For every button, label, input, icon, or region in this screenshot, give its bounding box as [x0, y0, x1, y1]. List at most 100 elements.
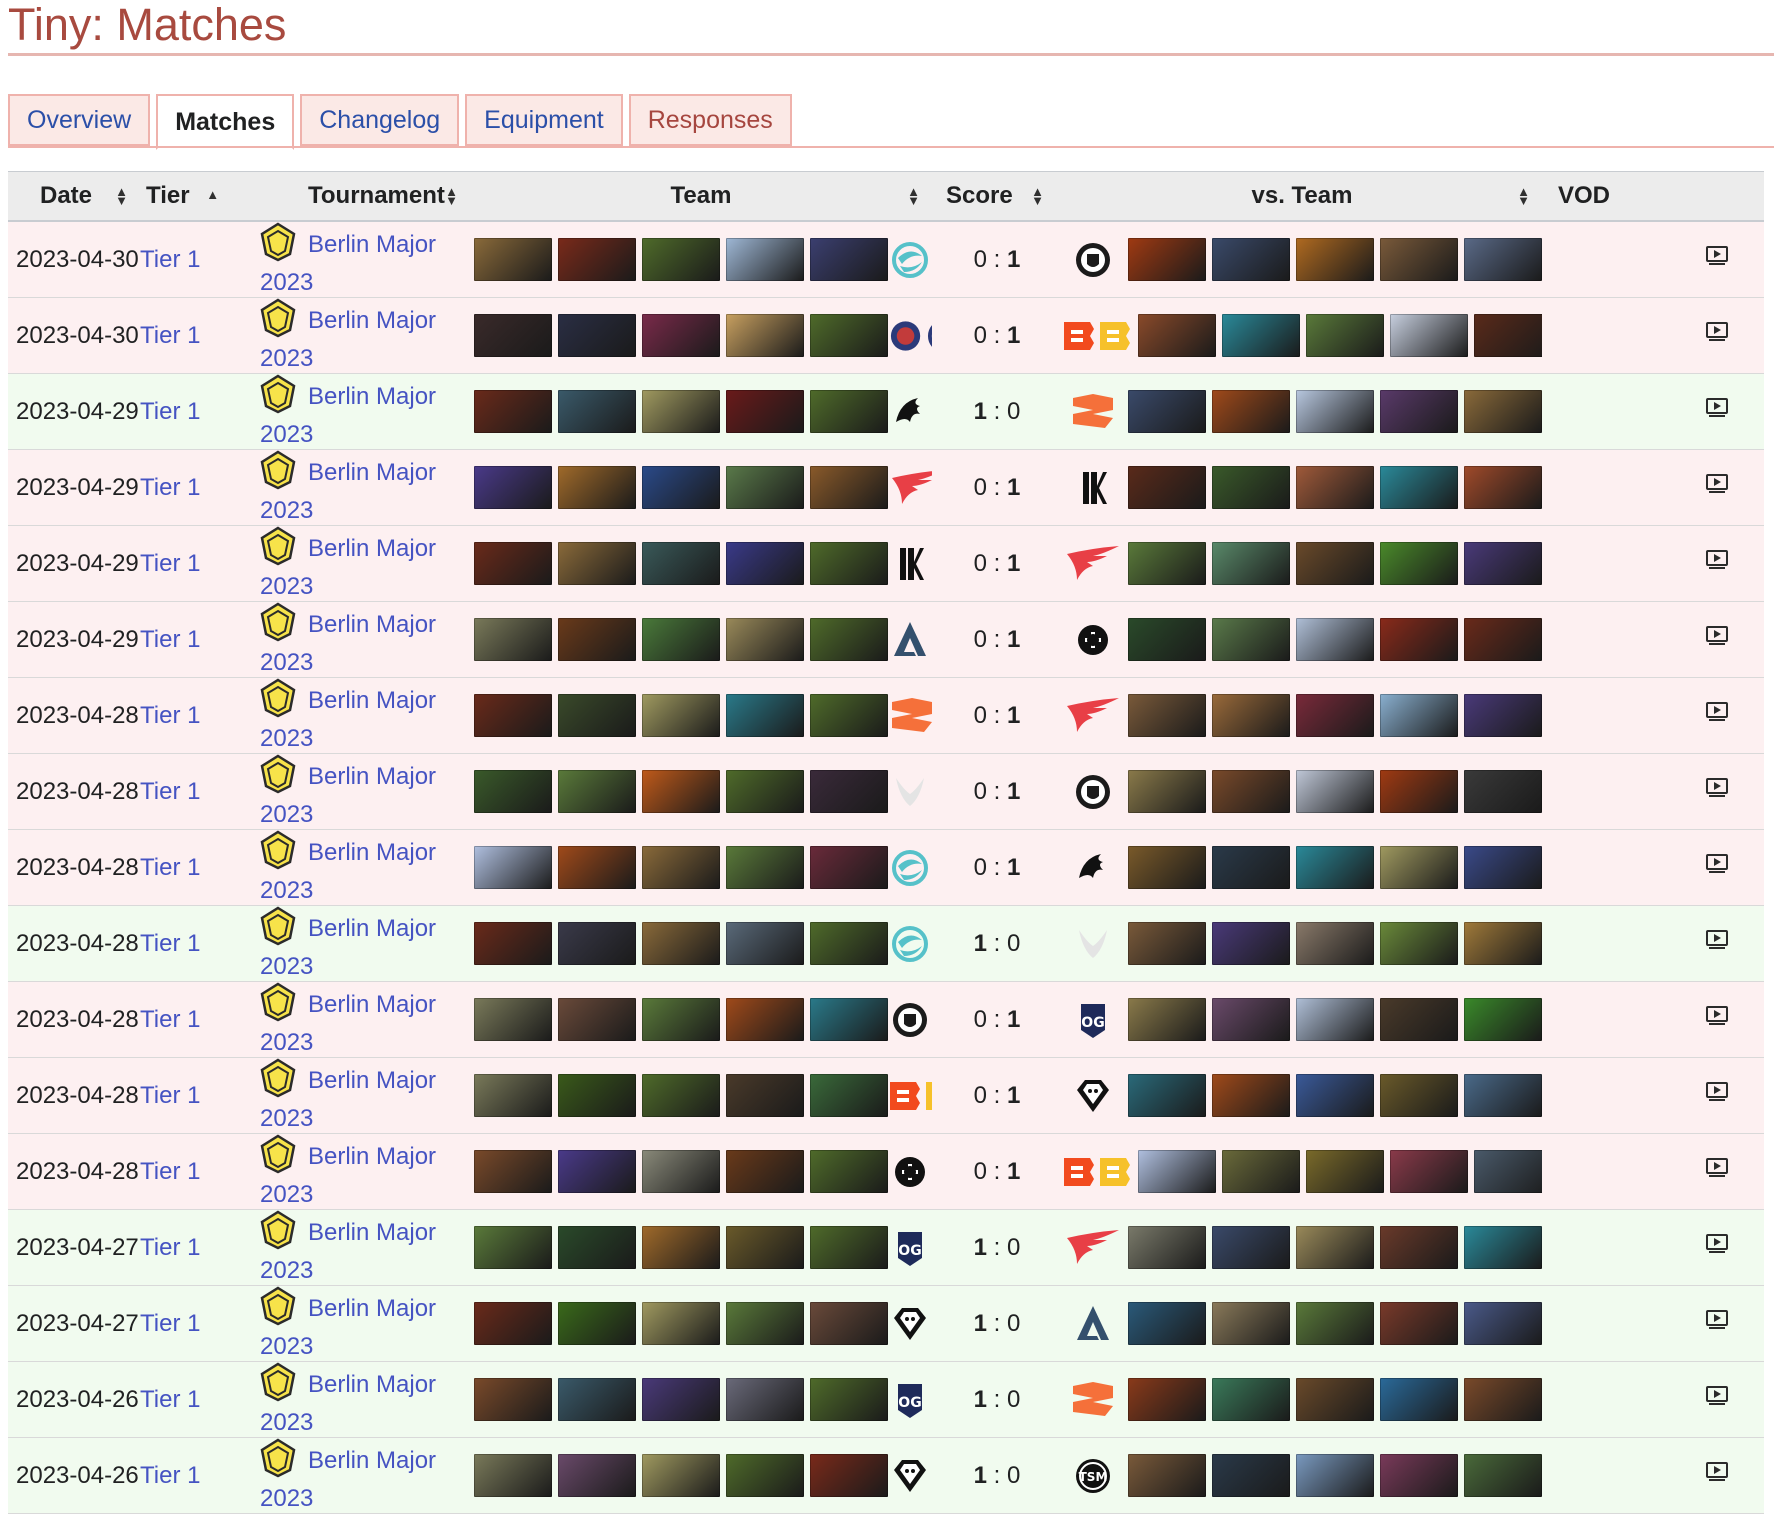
hero-portrait[interactable]: [1212, 618, 1290, 661]
tab-responses[interactable]: Responses: [628, 94, 792, 146]
hero-portrait[interactable]: [474, 542, 552, 585]
hero-portrait[interactable]: [558, 314, 636, 357]
hero-portrait[interactable]: [1380, 542, 1458, 585]
hero-portrait[interactable]: [1128, 1302, 1206, 1345]
hero-portrait[interactable]: [1474, 314, 1542, 357]
vod-icon[interactable]: [1705, 1309, 1731, 1338]
vod-icon[interactable]: [1705, 1005, 1731, 1034]
vod-icon[interactable]: [1705, 245, 1731, 274]
hero-portrait[interactable]: [1212, 1302, 1290, 1345]
hero-portrait[interactable]: [642, 542, 720, 585]
team-orange-s-icon[interactable]: [1062, 382, 1124, 441]
team-orange-s-icon[interactable]: [1062, 1370, 1124, 1429]
vod-icon[interactable]: [1705, 853, 1731, 882]
hero-portrait[interactable]: [558, 846, 636, 889]
tier-link[interactable]: Tier 1: [140, 398, 200, 425]
hero-portrait[interactable]: [1212, 770, 1290, 813]
hero-portrait[interactable]: [726, 238, 804, 281]
team-aqua-icon[interactable]: [888, 838, 932, 897]
hero-portrait[interactable]: [1212, 466, 1290, 509]
tier-link[interactable]: Tier 1: [140, 1006, 200, 1033]
hero-portrait[interactable]: [1128, 1378, 1206, 1421]
hero-portrait[interactable]: [642, 390, 720, 433]
header-date[interactable]: Date ▲ ▼: [8, 171, 140, 222]
team-orange-bb-icon[interactable]: [1062, 306, 1134, 365]
hero-portrait[interactable]: [1380, 1378, 1458, 1421]
hero-portrait[interactable]: [1296, 1226, 1374, 1269]
hero-portrait[interactable]: [810, 1302, 888, 1345]
hero-portrait[interactable]: [474, 1226, 552, 1269]
hero-portrait[interactable]: [642, 1454, 720, 1497]
hero-portrait[interactable]: [642, 1302, 720, 1345]
hero-portrait[interactable]: [1212, 1226, 1290, 1269]
hero-portrait[interactable]: [1464, 1074, 1542, 1117]
team-black-eg-icon[interactable]: [888, 1142, 932, 1201]
header-score[interactable]: Score ▲ ▼: [932, 171, 1062, 222]
vod-icon[interactable]: [1705, 321, 1731, 350]
team-diamond-icon[interactable]: [888, 1294, 932, 1353]
tab-changelog[interactable]: Changelog: [300, 94, 460, 146]
hero-portrait[interactable]: [474, 238, 552, 281]
hero-portrait[interactable]: [642, 238, 720, 281]
hero-portrait[interactable]: [1212, 846, 1290, 889]
hero-portrait[interactable]: [642, 770, 720, 813]
hero-portrait[interactable]: [1128, 922, 1206, 965]
hero-portrait[interactable]: [1128, 390, 1206, 433]
hero-portrait[interactable]: [1212, 1074, 1290, 1117]
vod-icon[interactable]: [1705, 1461, 1731, 1490]
tab-overview[interactable]: Overview: [8, 94, 151, 146]
hero-portrait[interactable]: [1380, 1302, 1458, 1345]
hero-portrait[interactable]: [1296, 618, 1374, 661]
hero-portrait[interactable]: [1296, 1302, 1374, 1345]
team-black-k-icon[interactable]: [888, 534, 932, 593]
hero-portrait[interactable]: [726, 1454, 804, 1497]
hero-portrait[interactable]: [726, 390, 804, 433]
hero-portrait[interactable]: [726, 1226, 804, 1269]
team-dark-shield-icon[interactable]: [1062, 230, 1124, 289]
hero-portrait[interactable]: [1138, 1150, 1216, 1193]
hero-portrait[interactable]: [1464, 770, 1542, 813]
hero-portrait[interactable]: [1128, 1226, 1206, 1269]
hero-portrait[interactable]: [1212, 390, 1290, 433]
hero-portrait[interactable]: [1296, 922, 1374, 965]
header-tournament[interactable]: Tournament ▲ ▼: [260, 171, 470, 222]
hero-portrait[interactable]: [1464, 466, 1542, 509]
hero-portrait[interactable]: [1212, 542, 1290, 585]
hero-portrait[interactable]: [558, 1150, 636, 1193]
tab-equipment[interactable]: Equipment: [465, 94, 623, 146]
hero-portrait[interactable]: [1380, 1074, 1458, 1117]
tier-link[interactable]: Tier 1: [140, 930, 200, 957]
tier-link[interactable]: Tier 1: [140, 474, 200, 501]
header-vs-team[interactable]: vs. Team ▲ ▼: [1062, 171, 1542, 222]
hero-portrait[interactable]: [1212, 1378, 1290, 1421]
tier-link[interactable]: Tier 1: [140, 702, 200, 729]
team-steel-a-icon[interactable]: [888, 610, 932, 669]
tier-link[interactable]: Tier 1: [140, 778, 200, 805]
hero-portrait[interactable]: [1464, 542, 1542, 585]
tier-link[interactable]: Tier 1: [140, 246, 200, 273]
hero-portrait[interactable]: [1464, 846, 1542, 889]
team-black-eg-icon[interactable]: [1062, 610, 1124, 669]
vod-icon[interactable]: [1705, 1081, 1731, 1110]
team-dark-shield-icon[interactable]: [1062, 762, 1124, 821]
hero-portrait[interactable]: [1380, 694, 1458, 737]
team-diamond-icon[interactable]: [888, 1446, 932, 1505]
hero-portrait[interactable]: [558, 922, 636, 965]
hero-portrait[interactable]: [1222, 1150, 1300, 1193]
hero-portrait[interactable]: [1380, 390, 1458, 433]
hero-portrait[interactable]: [558, 998, 636, 1041]
hero-portrait[interactable]: [726, 466, 804, 509]
team-red-wing-icon[interactable]: [888, 458, 932, 517]
hero-portrait[interactable]: [810, 770, 888, 813]
tab-matches[interactable]: Matches: [156, 94, 295, 150]
vod-icon[interactable]: [1705, 397, 1731, 426]
hero-portrait[interactable]: [642, 694, 720, 737]
hero-portrait[interactable]: [1380, 1226, 1458, 1269]
team-aqua-icon[interactable]: [888, 230, 932, 289]
hero-portrait[interactable]: [726, 922, 804, 965]
hero-portrait[interactable]: [642, 1378, 720, 1421]
hero-portrait[interactable]: [1390, 314, 1468, 357]
hero-portrait[interactable]: [810, 390, 888, 433]
hero-portrait[interactable]: [474, 770, 552, 813]
tier-link[interactable]: Tier 1: [140, 1158, 200, 1185]
